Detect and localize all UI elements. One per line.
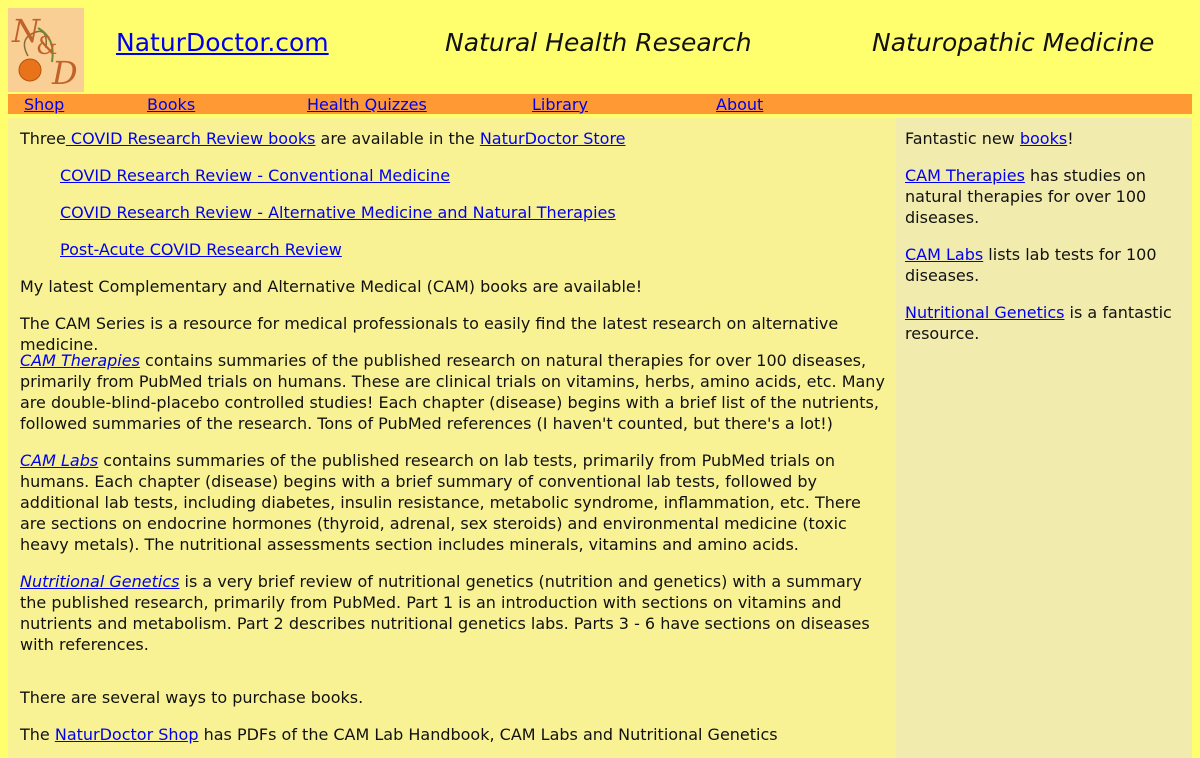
nav-about[interactable]: About — [716, 95, 763, 114]
tagline-naturopathic: Naturopathic Medicine — [872, 28, 1155, 57]
covid-alternative-link[interactable]: COVID Research Review - Alternative Medi… — [60, 203, 616, 222]
cam-labs-paragraph: CAM Labs contains summaries of the publi… — [20, 450, 888, 555]
post-acute-covid-link[interactable]: Post-Acute COVID Research Review — [60, 240, 342, 259]
cam-therapies-link[interactable]: CAM Therapies — [20, 351, 140, 370]
shop-text: has PDFs of the CAM Lab Handbook, CAM La… — [198, 725, 778, 744]
covid-link-item: Post-Acute COVID Research Review — [60, 239, 928, 260]
top-nav: Shop Books Health Quizzes Library About — [8, 94, 1192, 114]
naturdoctor-shop-link[interactable]: NaturDoctor Shop — [55, 725, 199, 744]
covid-link-item: COVID Research Review - Conventional Med… — [60, 165, 928, 186]
nav-health-quizzes[interactable]: Health Quizzes — [307, 95, 427, 114]
fantastic-prefix: Fantastic new — [905, 129, 1020, 148]
cam-series-text: The CAM Series is a resource for medical… — [20, 314, 839, 354]
sidebar-cam-labs: CAM Labs lists lab tests for 100 disease… — [905, 244, 1175, 286]
covid-conventional-link[interactable]: COVID Research Review - Conventional Med… — [60, 166, 450, 185]
shop-paragraph: The NaturDoctor Shop has PDFs of the CAM… — [20, 724, 888, 745]
latest-books-text: My latest Complementary and Alternative … — [20, 277, 643, 296]
intro-prefix: Three — [20, 129, 66, 148]
cam-therapies-paragraph: CAM Therapies contains summaries of the … — [20, 350, 888, 434]
nutritional-genetics-link[interactable]: Nutritional Genetics — [20, 572, 179, 591]
cam-therapies-text: contains summaries of the published rese… — [20, 351, 885, 433]
store-link[interactable]: NaturDoctor Store — [480, 129, 626, 148]
cam-labs-text: contains summaries of the published rese… — [20, 451, 861, 554]
purchase-text: There are several ways to purchase books… — [20, 688, 364, 707]
site-logo[interactable]: N & D — [8, 8, 84, 92]
site-header: N & D NaturDoctor.com Natural Health Res… — [0, 0, 1200, 94]
shop-prefix: The — [20, 725, 55, 744]
fantastic-suffix: ! — [1067, 129, 1074, 148]
nav-library[interactable]: Library — [532, 95, 588, 114]
tagline-natural-health: Natural Health Research — [445, 28, 752, 57]
logo-graphic: N & D — [8, 8, 84, 92]
site-home-link[interactable]: NaturDoctor.com — [116, 28, 329, 57]
main-content: Three COVID Research Review books are av… — [8, 118, 896, 758]
sidebar-books-link[interactable]: books — [1020, 129, 1067, 148]
intro-paragraph: Three COVID Research Review books are av… — [20, 128, 888, 149]
sidebar-cam-therapies: CAM Therapies has studies on natural the… — [905, 165, 1175, 228]
sidebar-fantastic: Fantastic new books! — [905, 128, 1175, 149]
sidebar: Fantastic new books! CAM Therapies has s… — [896, 118, 1192, 758]
sidebar-nutritional-genetics: Nutritional Genetics is a fantastic reso… — [905, 302, 1175, 344]
sidebar-cam-labs-link[interactable]: CAM Labs — [905, 245, 983, 264]
nav-books[interactable]: Books — [147, 95, 195, 114]
intro-middle: are available in the — [315, 129, 480, 148]
sidebar-cam-therapies-link[interactable]: CAM Therapies — [905, 166, 1025, 185]
covid-books-link[interactable]: COVID Research Review books — [66, 129, 316, 148]
nav-shop[interactable]: Shop — [24, 95, 64, 114]
covid-link-item: COVID Research Review - Alternative Medi… — [60, 202, 928, 223]
svg-text:D: D — [51, 54, 78, 92]
nutritional-genetics-paragraph: Nutritional Genetics is a very brief rev… — [20, 571, 888, 655]
sidebar-nutritional-genetics-link[interactable]: Nutritional Genetics — [905, 303, 1064, 322]
cam-labs-link[interactable]: CAM Labs — [20, 451, 98, 470]
